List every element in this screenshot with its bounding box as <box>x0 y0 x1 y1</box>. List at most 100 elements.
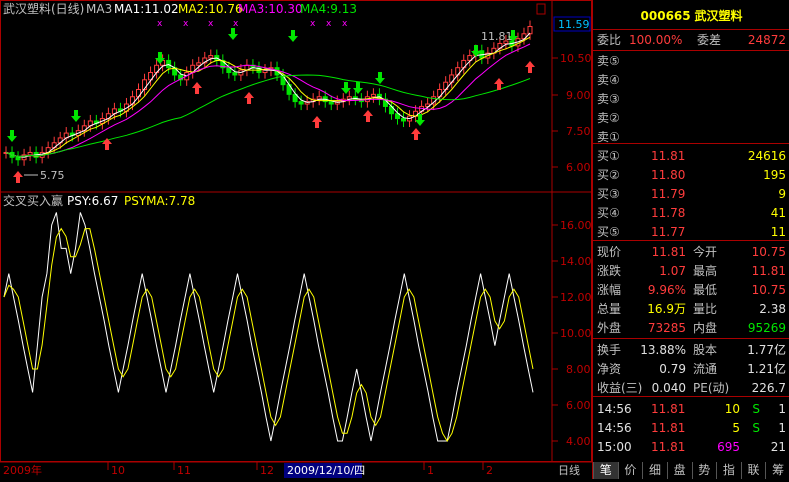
sell-row[interactable]: 卖⑤ <box>593 52 789 70</box>
buy-row[interactable]: 买① 11.81 24616 <box>593 147 789 165</box>
candle-body <box>298 101 304 105</box>
tab-4[interactable]: 势 <box>691 462 717 479</box>
time-label: 11 <box>177 464 191 477</box>
period-button[interactable]: 日线 <box>558 463 580 477</box>
stats-label: 量比 <box>693 302 718 316</box>
buy-price: 11.78 <box>651 206 686 220</box>
stats-value: 73285 <box>647 321 686 335</box>
svg-text:4.00: 4.00 <box>566 435 591 448</box>
buy-price: 11.80 <box>651 168 686 182</box>
buy-volume: 24616 <box>747 149 786 163</box>
quote-tabs: 笔价细盘势指联筹 <box>593 462 789 479</box>
high-label: 11.81 <box>481 30 513 43</box>
tick-count: 1 <box>778 421 786 435</box>
buy-signal-arrow-icon <box>13 171 23 183</box>
period-label: (日线) <box>51 2 84 16</box>
buy-label: 买⑤ <box>597 225 620 239</box>
buy-row[interactable]: 买② 11.80 195 <box>593 166 789 184</box>
tick-side: S <box>752 402 760 416</box>
chart-border <box>0 0 592 462</box>
buy-signal-arrow-icon <box>244 92 254 104</box>
svg-text:14.00: 14.00 <box>560 255 592 268</box>
buy-signal-arrow-icon <box>102 138 112 150</box>
chart-area[interactable]: 武汉塑料 (日线) MA3 MA1:11.02 MA2:10.76 MA3:10… <box>0 0 592 479</box>
stock-title: 武汉塑料 <box>3 1 51 16</box>
sell-signal-arrow-icon <box>7 130 17 142</box>
tick-price: 11.81 <box>651 402 686 416</box>
tick-row: 14:56 11.81 5 S 1 <box>593 419 789 437</box>
tick-time: 14:56 <box>597 421 632 435</box>
buy-signal-arrow-icon <box>363 110 373 122</box>
stats-label: 涨幅 <box>597 283 622 297</box>
fund-label: 收益(三) <box>597 381 643 395</box>
ma-label: MA3 <box>86 2 112 16</box>
fund-value: 1.21亿 <box>747 362 786 376</box>
candle-body <box>370 93 376 98</box>
tab-2[interactable]: 细 <box>642 462 667 479</box>
buy-row[interactable]: 买③ 11.79 9 <box>593 185 789 203</box>
tab-7[interactable]: 筹 <box>765 462 789 479</box>
ma-line <box>5 36 531 158</box>
ma2-value: MA2:10.76 <box>178 2 243 16</box>
tab-0[interactable]: 笔 <box>593 462 618 479</box>
stats-value: 16.9万 <box>647 302 686 316</box>
svg-text:16.00: 16.00 <box>560 219 592 232</box>
weibi-row: 委比 100.00% 委差 24872 <box>597 33 786 47</box>
price-tick: 9.00 <box>566 89 591 102</box>
svg-text:12.00: 12.00 <box>560 291 592 304</box>
candle-body <box>208 55 214 59</box>
stats-value: 1.07 <box>659 264 686 278</box>
buy-row[interactable]: 买④ 11.78 41 <box>593 204 789 222</box>
tick-volume: 695 <box>717 440 740 454</box>
tab-5[interactable]: 指 <box>716 462 741 479</box>
sell-row[interactable]: 卖④ <box>593 71 789 89</box>
signal-marker: x <box>342 19 348 29</box>
fund-row: 换手 13.88% 股本 1.77亿 <box>593 341 789 359</box>
candle-body <box>27 151 33 156</box>
sell-label: 卖③ <box>597 92 620 106</box>
stats-label: 现价 <box>597 245 622 259</box>
fund-label: 换手 <box>597 343 622 357</box>
fund-row: 净资 0.79 流通 1.21亿 <box>593 360 789 378</box>
svg-text:10.00: 10.00 <box>560 327 592 340</box>
stats-value: 10.75 <box>751 245 786 259</box>
buy-volume: 195 <box>763 168 786 182</box>
time-label: 1 <box>427 464 434 477</box>
stats-value: 11.81 <box>751 264 786 278</box>
buy-price: 11.79 <box>651 187 686 201</box>
stats-label: 最高 <box>693 264 718 278</box>
fund-value: 0.79 <box>659 362 686 376</box>
signal-marker: x <box>310 19 316 29</box>
candle-body <box>232 72 238 76</box>
sell-label: 卖④ <box>597 73 620 87</box>
stats-label: 涨跌 <box>597 264 622 278</box>
indicator-y-axis: 16.00 14.00 12.00 10.00 8.00 6.00 4.00 <box>552 219 592 448</box>
fund-value: 0.040 <box>651 381 686 395</box>
tab-6[interactable]: 联 <box>740 462 766 479</box>
stats-value: 2.38 <box>759 302 786 316</box>
kline-chart-svg[interactable]: 武汉塑料 (日线) MA3 MA1:11.02 MA2:10.76 MA3:10… <box>0 0 592 479</box>
psy-value: PSY:6.67 <box>67 194 118 208</box>
fund-value: 226.7 <box>751 381 786 395</box>
buy-signal-arrow-icon <box>411 128 421 140</box>
svg-text:6.00: 6.00 <box>566 399 591 412</box>
tick-time: 15:00 <box>597 440 632 454</box>
tab-1[interactable]: 价 <box>617 462 643 479</box>
sell-signal-arrow-icon <box>71 110 81 122</box>
sell-row[interactable]: 卖③ <box>593 90 789 108</box>
stats-value: 95269 <box>747 321 786 335</box>
tab-3[interactable]: 盘 <box>666 462 692 479</box>
price-tick: 6.00 <box>566 161 591 174</box>
buy-label: 买③ <box>597 187 620 201</box>
fund-label: PE(动) <box>693 381 730 395</box>
tick-price: 11.81 <box>651 421 686 435</box>
sell-row[interactable]: 卖② <box>593 109 789 127</box>
tick-volume: 10 <box>724 402 740 416</box>
buy-row[interactable]: 买⑤ 11.77 11 <box>593 223 789 241</box>
buy-signal-arrow-icon <box>525 61 535 73</box>
buy-volume: 9 <box>778 187 786 201</box>
buy-label: 买④ <box>597 206 620 220</box>
candle-body <box>527 26 533 35</box>
stats-row: 外盘 73285 内盘 95269 <box>593 319 789 337</box>
time-label: 2 <box>486 464 493 477</box>
